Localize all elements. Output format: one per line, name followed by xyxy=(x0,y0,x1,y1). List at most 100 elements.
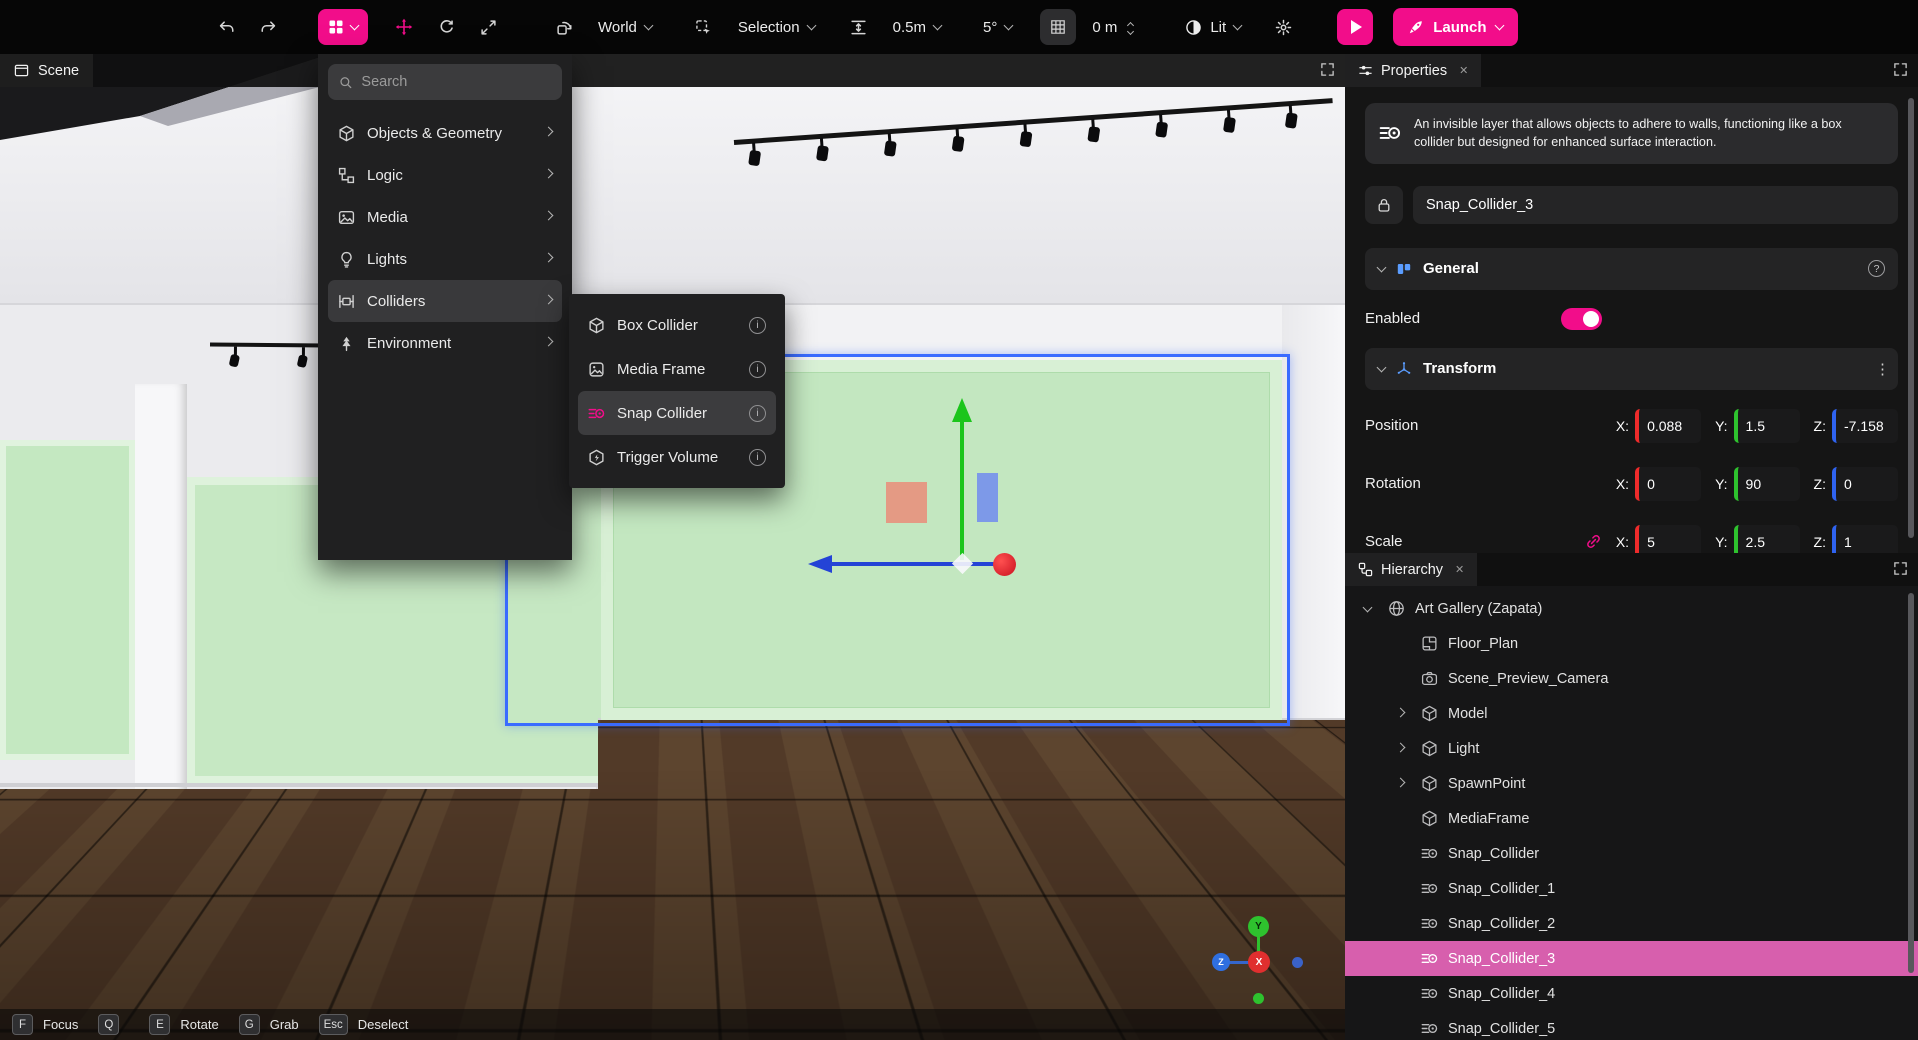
gizmo-z-axis-arrow[interactable] xyxy=(830,562,1010,566)
rotation-y-field[interactable]: 90 xyxy=(1734,467,1800,501)
rotation-z-field[interactable]: 0 xyxy=(1832,467,1898,501)
position-z-field[interactable]: -7.158 xyxy=(1832,409,1898,443)
gizmo-plane-handle-blue[interactable] xyxy=(977,473,998,522)
enabled-toggle[interactable] xyxy=(1561,308,1602,330)
chevron-right-icon[interactable] xyxy=(1396,707,1406,717)
tree-item-snap-collider-4[interactable]: Snap_Collider_4 xyxy=(1345,976,1918,1011)
stepper-chevrons[interactable] xyxy=(1128,20,1133,34)
chevron-right-icon[interactable] xyxy=(1396,777,1406,787)
tree-item-snap-collider-5[interactable]: Snap_Collider_5 xyxy=(1345,1011,1918,1040)
settings-button[interactable] xyxy=(1265,9,1301,45)
transform-section-header[interactable]: Transform xyxy=(1365,348,1898,390)
info-icon[interactable] xyxy=(749,449,766,466)
expand-viewport-button[interactable] xyxy=(1320,62,1335,77)
selection-dropdown[interactable]: Selection xyxy=(728,9,825,45)
grid-height-stepper[interactable]: 0 m xyxy=(1082,9,1143,45)
search-input[interactable] xyxy=(361,74,551,90)
tree-item-floor-plan[interactable]: Floor_Plan xyxy=(1345,626,1918,661)
spotlight xyxy=(956,128,960,137)
close-hierarchy-icon[interactable] xyxy=(1455,563,1464,576)
tab-scene[interactable]: Scene xyxy=(0,54,93,87)
surface-snap-button[interactable] xyxy=(841,9,877,45)
info-icon[interactable] xyxy=(749,405,766,422)
viewport-3d-scene[interactable]: Y Z X Scene FFocus Q ERotate GGrab EscDe… xyxy=(0,54,1345,1040)
scale-tool-button[interactable] xyxy=(470,9,506,45)
tree-item-snap-collider-3-selected[interactable]: Snap_Collider_3 xyxy=(1345,941,1918,976)
tree-item-root[interactable]: Art Gallery (Zapata) xyxy=(1345,591,1918,626)
move-tool-icon xyxy=(395,18,413,36)
selection-mode-button[interactable] xyxy=(686,9,722,45)
submenu-item-snap-collider[interactable]: Snap Collider xyxy=(578,391,776,435)
chevron-right-icon[interactable] xyxy=(1396,742,1406,752)
add-object-button[interactable] xyxy=(318,9,368,45)
menu-item-colliders[interactable]: Colliders xyxy=(328,280,562,322)
launch-button[interactable]: Launch xyxy=(1393,8,1517,46)
tab-hierarchy[interactable]: Hierarchy xyxy=(1345,553,1477,586)
menu-item-logic[interactable]: Logic xyxy=(328,154,562,196)
undo-button[interactable] xyxy=(208,9,244,45)
gizmo-x-axis-ball[interactable] xyxy=(993,553,1016,576)
chevron-down-icon[interactable] xyxy=(1363,602,1373,612)
scale-x-field[interactable]: 5 xyxy=(1635,525,1701,554)
transform-menu-icon[interactable] xyxy=(1875,360,1885,378)
grid-snap-toggle[interactable] xyxy=(1040,9,1076,45)
lock-button[interactable] xyxy=(1365,186,1403,224)
position-y-field[interactable]: 1.5 xyxy=(1734,409,1800,443)
menu-item-media[interactable]: Media xyxy=(328,196,562,238)
tree-item-snap-collider-2[interactable]: Snap_Collider_2 xyxy=(1345,906,1918,941)
search-box[interactable] xyxy=(328,64,562,100)
rotation-x-field[interactable]: 0 xyxy=(1635,467,1701,501)
transform-space-button[interactable] xyxy=(546,9,582,45)
tree-item-mediaframe[interactable]: MediaFrame xyxy=(1345,801,1918,836)
menu-item-objects-geometry[interactable]: Objects & Geometry xyxy=(328,112,562,154)
scale-y-field[interactable]: 2.5 xyxy=(1734,525,1800,554)
orientation-x-handle[interactable]: X xyxy=(1248,951,1270,973)
menu-item-lights[interactable]: Lights xyxy=(328,238,562,280)
move-tool-button[interactable] xyxy=(386,9,422,45)
general-section-header[interactable]: General xyxy=(1365,248,1898,290)
expand-hierarchy-button[interactable] xyxy=(1893,561,1908,576)
tree-item-scene-preview-camera[interactable]: Scene_Preview_Camera xyxy=(1345,661,1918,696)
submenu-item-media-frame[interactable]: Media Frame xyxy=(578,347,776,391)
gizmo-y-axis-arrow[interactable] xyxy=(960,422,964,560)
floor-plan-icon xyxy=(1420,635,1439,652)
help-icon[interactable] xyxy=(1868,260,1885,277)
play-button[interactable] xyxy=(1337,9,1373,45)
menu-item-environment[interactable]: Environment xyxy=(328,322,562,364)
orientation-neg-y-handle[interactable] xyxy=(1253,993,1264,1004)
move-snap-dropdown[interactable]: 0.5m xyxy=(883,9,951,45)
render-mode-dropdown[interactable]: Lit xyxy=(1175,9,1251,45)
submenu-item-box-collider[interactable]: Box Collider xyxy=(578,303,776,347)
gizmo-z-axis-arrowhead[interactable] xyxy=(808,555,832,573)
tree-item-snap-collider-1[interactable]: Snap_Collider_1 xyxy=(1345,871,1918,906)
surface-snap-icon xyxy=(850,19,867,36)
world-space-dropdown[interactable]: World xyxy=(588,9,662,45)
tree-item-light[interactable]: Light xyxy=(1345,731,1918,766)
tree-item-snap-collider[interactable]: Snap_Collider xyxy=(1345,836,1918,871)
tree-item-model[interactable]: Model xyxy=(1345,696,1918,731)
orientation-neg-z-handle[interactable] xyxy=(1292,957,1303,968)
scale-z-field[interactable]: 1 xyxy=(1832,525,1898,554)
properties-scrollbar[interactable] xyxy=(1908,98,1914,538)
rotate-tool-button[interactable] xyxy=(428,9,464,45)
rotate-snap-dropdown[interactable]: 5° xyxy=(973,9,1022,45)
tab-properties[interactable]: Properties xyxy=(1345,54,1481,87)
hierarchy-scrollbar[interactable] xyxy=(1908,593,1914,973)
orientation-z-handle[interactable]: Z xyxy=(1212,953,1230,971)
gizmo-y-axis-arrowhead[interactable] xyxy=(952,398,972,422)
orientation-y-handle[interactable]: Y xyxy=(1248,916,1269,937)
redo-icon xyxy=(260,19,277,36)
info-icon[interactable] xyxy=(749,317,766,334)
info-icon[interactable] xyxy=(749,361,766,378)
close-properties-icon[interactable] xyxy=(1459,64,1468,77)
redo-button[interactable] xyxy=(250,9,286,45)
gizmo-plane-handle-salmon[interactable] xyxy=(886,482,927,523)
tree-item-spawnpoint[interactable]: SpawnPoint xyxy=(1345,766,1918,801)
object-name-field[interactable]: Snap_Collider_3 xyxy=(1413,186,1898,224)
wall-pillar xyxy=(135,384,187,789)
expand-properties-button[interactable] xyxy=(1893,62,1908,77)
orientation-gizmo[interactable]: Y Z X xyxy=(1192,912,1324,1024)
position-x-field[interactable]: 0.088 xyxy=(1635,409,1701,443)
submenu-item-trigger-volume[interactable]: Trigger Volume xyxy=(578,435,776,479)
link-scale-icon[interactable] xyxy=(1585,533,1602,550)
